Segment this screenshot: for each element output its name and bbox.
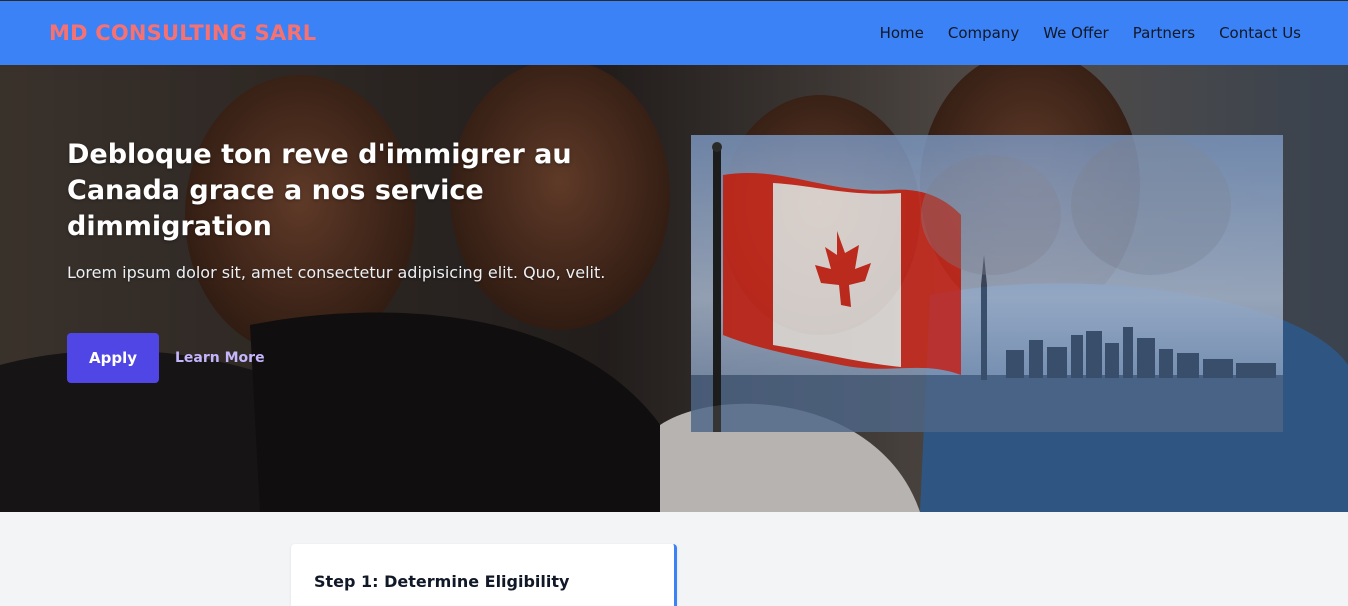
nav-link-contact-us[interactable]: Contact Us (1219, 24, 1301, 42)
nav-links: Home Company We Offer Partners Contact U… (880, 24, 1301, 42)
learn-more-link[interactable]: Learn More (175, 350, 265, 366)
nav-link-home[interactable]: Home (880, 24, 924, 42)
step-title: Step 1: Determine Eligibility (314, 572, 570, 591)
hero-section: Debloque ton reve d'immigrer au Canada g… (0, 65, 1348, 512)
nav-link-we-offer[interactable]: We Offer (1043, 24, 1109, 42)
hero-subtitle: Lorem ipsum dolor sit, amet consectetur … (67, 263, 606, 282)
nav-link-company[interactable]: Company (948, 24, 1019, 42)
step-card: Step 1: Determine Eligibility (291, 544, 677, 606)
hero-title: Debloque ton reve d'immigrer au Canada g… (67, 139, 572, 242)
navbar: MD CONSULTING SARL Home Company We Offer… (0, 0, 1348, 65)
hero-actions: Apply Learn More (67, 333, 627, 383)
apply-button[interactable]: Apply (67, 333, 159, 383)
nav-link-partners[interactable]: Partners (1133, 24, 1195, 42)
canada-flag-skyline-image (691, 135, 1283, 432)
hero-content: Debloque ton reve d'immigrer au Canada g… (67, 137, 627, 383)
brand-logo[interactable]: MD CONSULTING SARL (49, 21, 316, 45)
